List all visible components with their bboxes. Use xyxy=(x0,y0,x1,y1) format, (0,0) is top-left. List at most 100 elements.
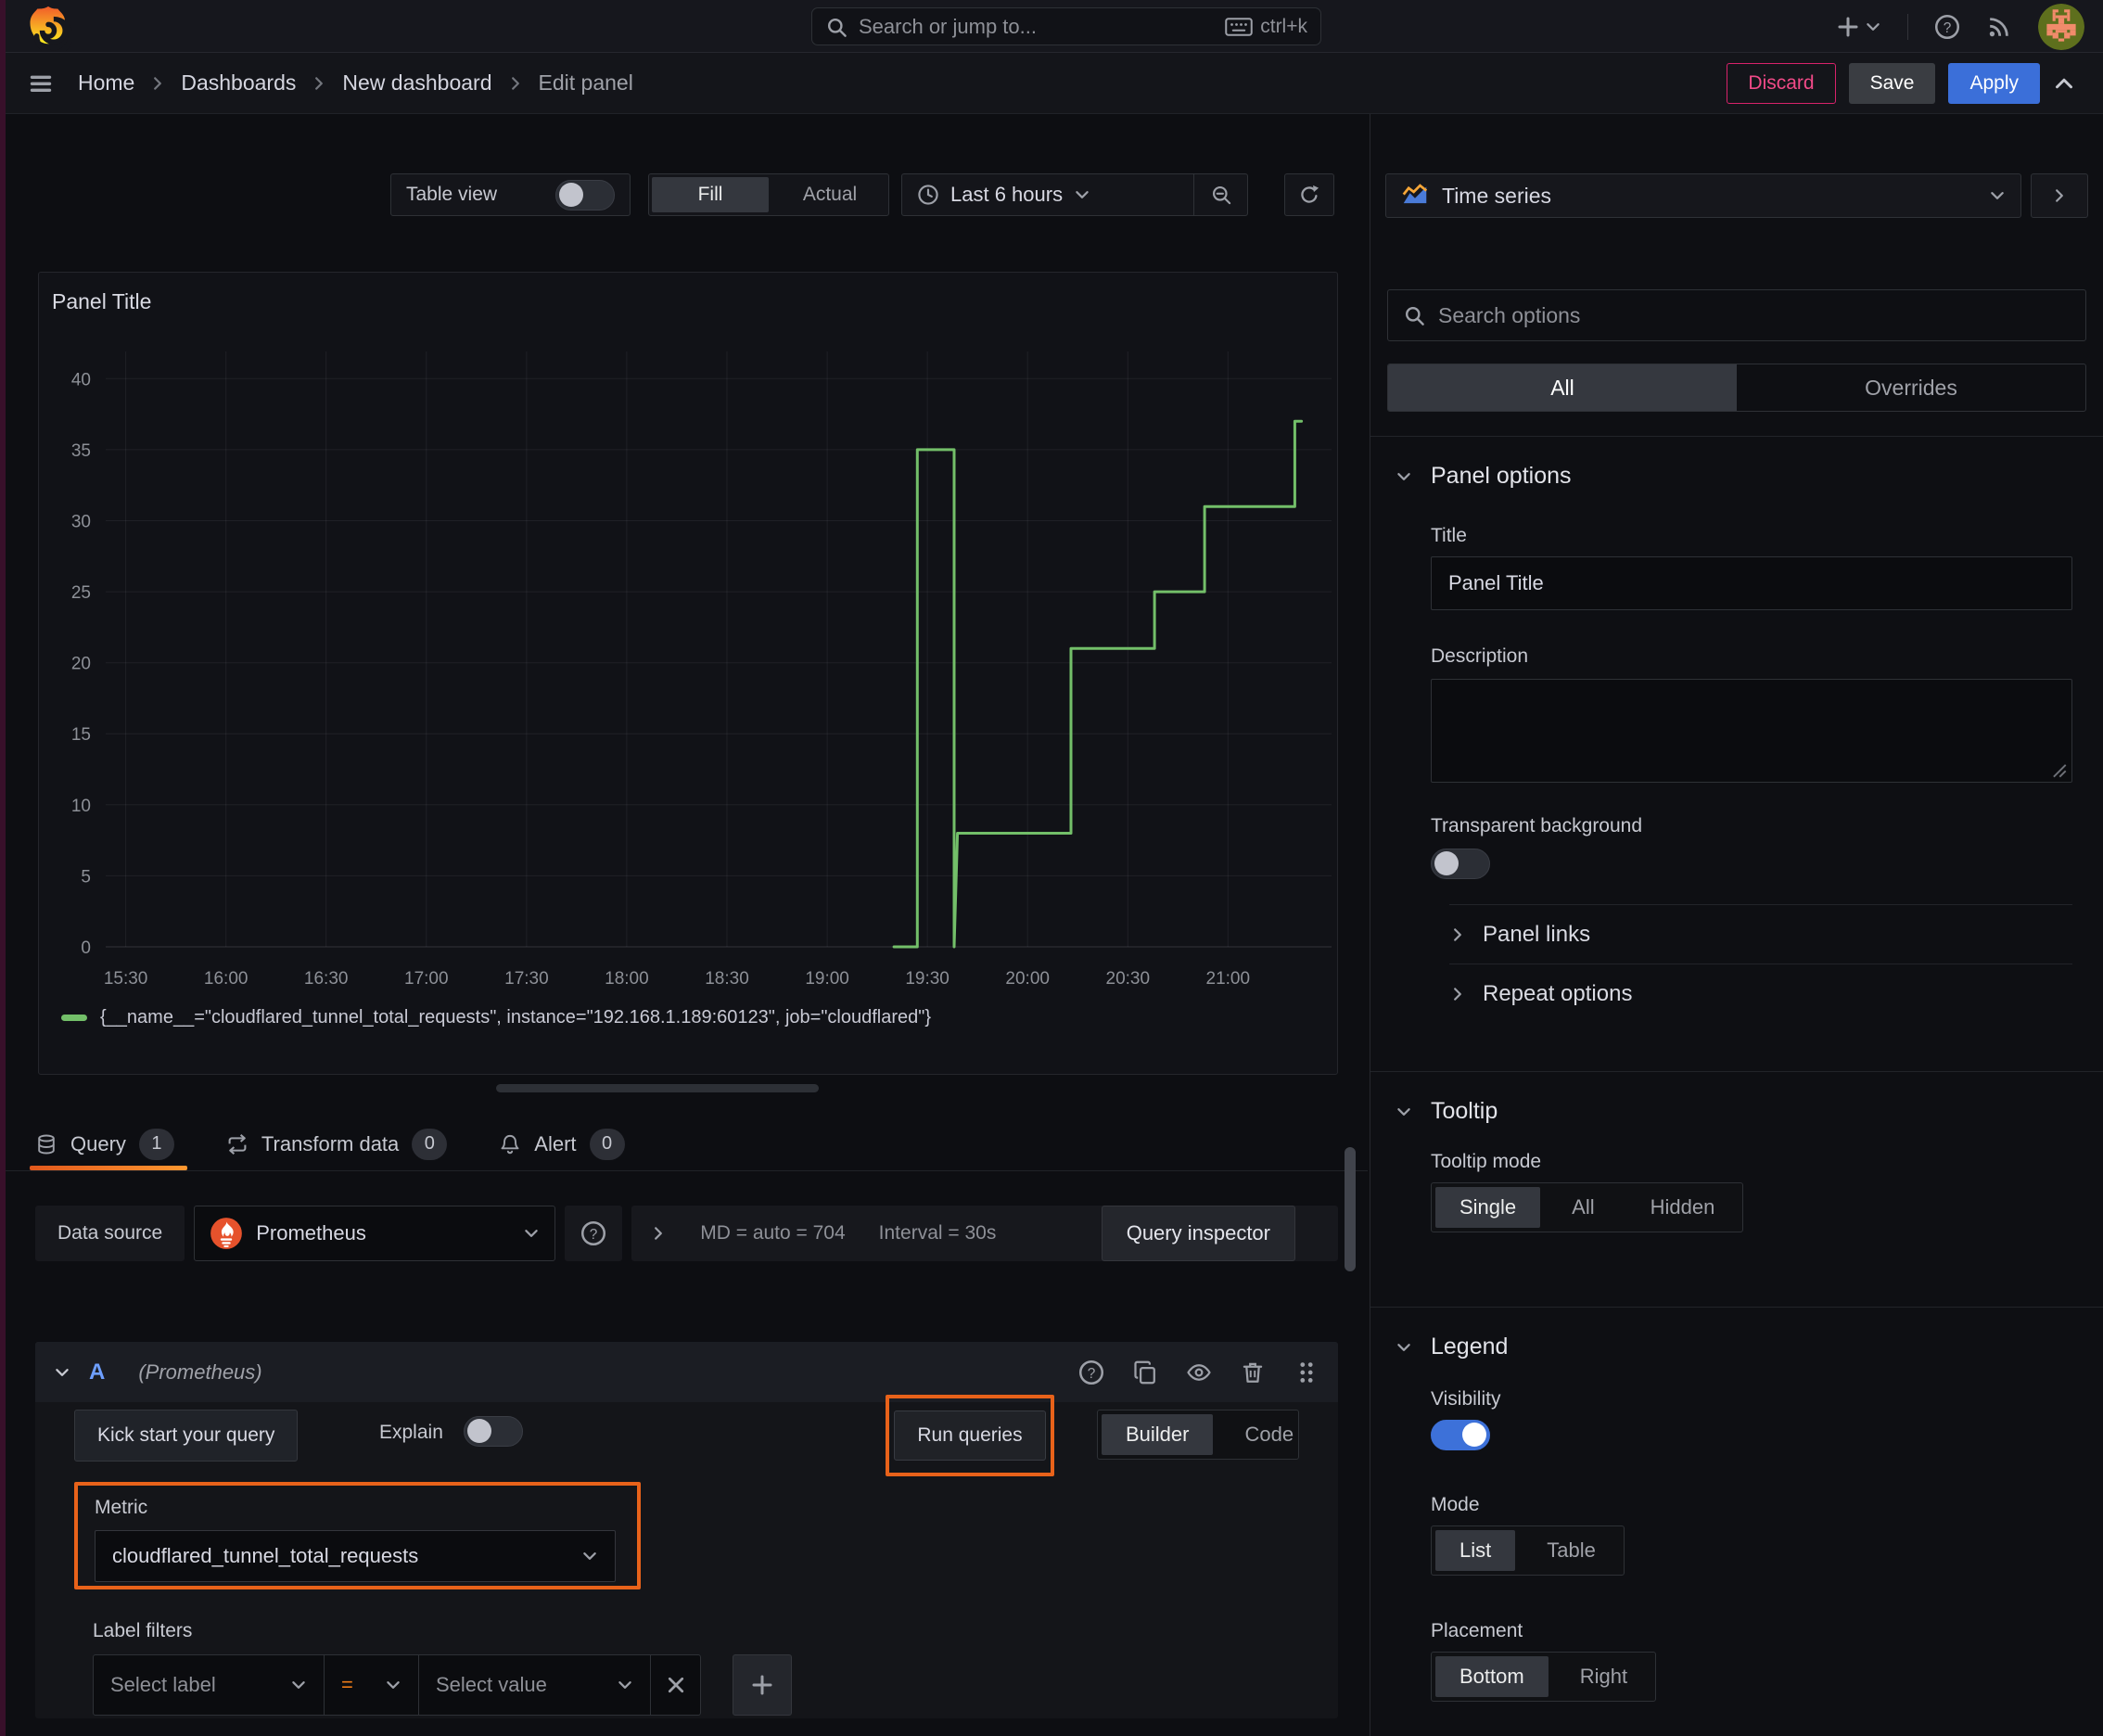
tab-overrides[interactable]: Overrides xyxy=(1737,364,2085,411)
bell-icon xyxy=(499,1133,521,1155)
description-field-label: Description xyxy=(1431,645,1529,667)
zoom-out-button[interactable] xyxy=(1193,174,1247,215)
run-queries-button[interactable]: Run queries xyxy=(894,1410,1046,1461)
breadcrumb-home[interactable]: Home xyxy=(78,70,134,96)
panel-preview: Panel Title 15:30 16:00 16:30 17:00 17:30 18:… xyxy=(38,272,1338,1075)
legend-header[interactable]: Legend xyxy=(1396,1334,2072,1360)
hide-response-icon[interactable] xyxy=(1186,1359,1212,1385)
transparent-bg-label: Transparent background xyxy=(1431,815,1643,836)
news-button[interactable] xyxy=(1986,14,2012,40)
transform-icon xyxy=(226,1133,249,1155)
delete-icon[interactable] xyxy=(1240,1359,1266,1385)
transparent-bg-toggle[interactable] xyxy=(1431,849,1490,879)
grafana-logo[interactable] xyxy=(24,3,73,56)
builder-code-switch: Builder Code xyxy=(1097,1410,1299,1460)
kick-start-button[interactable]: Kick start your query xyxy=(74,1410,299,1462)
actual-option[interactable]: Actual xyxy=(771,174,888,215)
add-filter-button[interactable] xyxy=(733,1654,792,1716)
svg-text:16:00: 16:00 xyxy=(204,969,249,989)
scrollbar-thumb[interactable] xyxy=(1345,1147,1356,1271)
metric-value: cloudflared_tunnel_total_requests xyxy=(112,1544,419,1567)
panel-title-input[interactable] xyxy=(1431,556,2072,610)
tooltip-hidden-option[interactable]: Hidden xyxy=(1623,1183,1743,1232)
resize-handle[interactable] xyxy=(496,1084,819,1092)
menu-icon[interactable] xyxy=(28,70,54,96)
placement-bottom-option[interactable]: Bottom xyxy=(1435,1656,1549,1697)
explain-toggle[interactable] xyxy=(464,1416,523,1447)
table-view-toggle[interactable] xyxy=(555,179,615,211)
chevron-down-icon xyxy=(54,1364,70,1381)
time-series-icon xyxy=(1402,184,1428,204)
description-textarea[interactable] xyxy=(1431,679,2072,783)
chart-svg[interactable]: 15:30 16:00 16:30 17:00 17:30 18:00 18:30 19:00… xyxy=(39,351,1339,1001)
tooltip-single-option[interactable]: Single xyxy=(1435,1187,1541,1228)
save-button[interactable]: Save xyxy=(1848,62,1936,104)
datasource-help-button[interactable] xyxy=(565,1206,623,1261)
operator-dropdown[interactable]: = xyxy=(325,1654,419,1716)
duplicate-icon[interactable] xyxy=(1132,1359,1158,1385)
svg-text:19:30: 19:30 xyxy=(905,969,950,989)
breadcrumb-bar: Home Dashboards New dashboard Edit panel… xyxy=(0,53,2103,114)
panel-options-section: Panel options Title Description Transpar… xyxy=(1370,436,2103,1047)
fill-option[interactable]: Fill xyxy=(652,177,769,212)
time-range-picker[interactable]: Last 6 hours xyxy=(902,183,1193,207)
keyboard-icon xyxy=(1225,16,1253,38)
panel-links-row[interactable]: Panel links xyxy=(1449,904,2072,964)
tab-transform[interactable]: Transform data 0 xyxy=(226,1117,448,1170)
help-button[interactable] xyxy=(1934,14,1960,40)
panel-toolbar: Table view Fill Actual Last 6 hours xyxy=(0,173,1368,216)
placement-right-option[interactable]: Right xyxy=(1552,1653,1655,1701)
fit-mode-control: Fill Actual xyxy=(648,173,889,216)
tooltip-header[interactable]: Tooltip xyxy=(1396,1098,2072,1125)
tab-all[interactable]: All xyxy=(1388,364,1737,411)
search-input[interactable] xyxy=(859,14,1215,39)
select-value-dropdown[interactable]: Select value xyxy=(419,1654,651,1716)
toggle-options-pane-button[interactable] xyxy=(2031,173,2088,218)
discard-button[interactable]: Discard xyxy=(1727,62,1836,104)
query-header[interactable]: A (Prometheus) xyxy=(35,1342,1338,1402)
svg-text:30: 30 xyxy=(71,513,91,532)
legend-visibility-toggle[interactable] xyxy=(1431,1420,1490,1450)
resize-corner-icon[interactable] xyxy=(2050,761,2067,778)
options-tabs: All Overrides xyxy=(1387,364,2086,412)
breadcrumb-dashboards[interactable]: Dashboards xyxy=(181,70,296,96)
datasource-picker[interactable]: Prometheus xyxy=(194,1206,556,1261)
apply-button[interactable]: Apply xyxy=(1948,62,2040,104)
edit-area: Table view Fill Actual Last 6 hours Pane… xyxy=(0,114,1368,1736)
collapse-pane-icon[interactable] xyxy=(2053,72,2075,95)
code-option[interactable]: Code xyxy=(1217,1410,1321,1459)
select-label-dropdown[interactable]: Select label xyxy=(93,1654,325,1716)
section-title: Tooltip xyxy=(1431,1098,1498,1124)
query-inspector-button[interactable]: Query inspector xyxy=(1101,1206,1295,1261)
query-help-icon[interactable] xyxy=(1078,1359,1104,1385)
chevron-right-icon xyxy=(1449,926,1466,943)
options-search[interactable] xyxy=(1387,289,2086,341)
top-nav: ctrl+k xyxy=(0,0,2103,56)
options-search-input[interactable] xyxy=(1438,302,2071,328)
remove-filter-button[interactable] xyxy=(651,1654,701,1716)
chevron-right-icon xyxy=(507,75,524,92)
global-search[interactable]: ctrl+k xyxy=(811,7,1321,45)
repeat-options-row[interactable]: Repeat options xyxy=(1449,964,2072,1023)
drag-handle-icon[interactable] xyxy=(1294,1359,1319,1385)
metric-select[interactable]: cloudflared_tunnel_total_requests xyxy=(95,1530,616,1582)
breadcrumb-new-dashboard[interactable]: New dashboard xyxy=(342,70,491,96)
builder-option[interactable]: Builder xyxy=(1102,1414,1214,1455)
legend-series-label[interactable]: {__name__="cloudflared_tunnel_total_requ… xyxy=(100,1007,931,1028)
tab-alert[interactable]: Alert 0 xyxy=(499,1117,625,1170)
svg-text:19:00: 19:00 xyxy=(805,969,849,989)
user-avatar[interactable] xyxy=(2038,3,2084,50)
svg-text:15: 15 xyxy=(71,725,91,745)
legend-list-option[interactable]: List xyxy=(1435,1530,1516,1571)
panel-options-header[interactable]: Panel options xyxy=(1396,463,2072,490)
query-datasource-hint: (Prometheus) xyxy=(138,1359,262,1384)
tab-alert-label: Alert xyxy=(534,1131,577,1155)
tab-query[interactable]: Query 1 xyxy=(30,1117,187,1170)
tooltip-all-option[interactable]: All xyxy=(1544,1183,1622,1232)
visualization-picker[interactable]: Time series xyxy=(1385,173,2021,218)
legend-table-option[interactable]: Table xyxy=(1519,1526,1624,1575)
query-editor: A (Prometheus) Kick start your query Exp… xyxy=(35,1342,1338,1718)
add-menu-button[interactable] xyxy=(1837,16,1881,38)
refresh-button[interactable] xyxy=(1284,173,1334,216)
query-options-bar[interactable]: MD = auto = 704 Interval = 30s Query ins… xyxy=(631,1206,1338,1261)
